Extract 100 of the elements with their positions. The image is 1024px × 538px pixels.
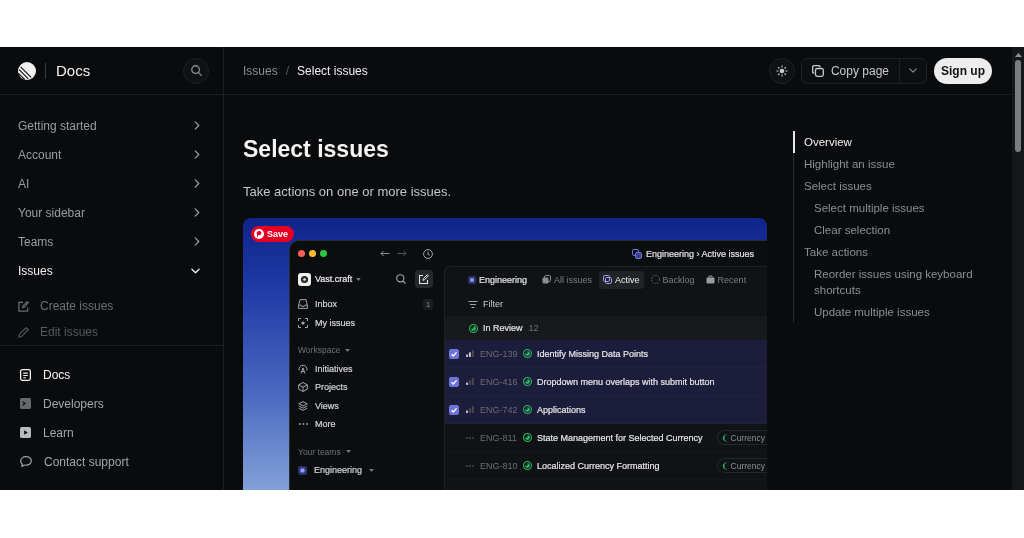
view-tab[interactable]: All issues (538, 270, 597, 289)
section-toggle[interactable]: Workspace (298, 341, 351, 360)
sidebar-link[interactable]: Docs (0, 360, 223, 389)
issue-row[interactable]: ENG-810 Localized Currency Formatting Currency (445, 452, 767, 480)
forward-arrow-icon[interactable] (397, 250, 407, 257)
issue-title: Applications (537, 404, 587, 415)
app-nav-item[interactable]: Inbox (298, 299, 338, 310)
crescent-icon (721, 433, 728, 442)
filter-button[interactable]: Filter (468, 299, 503, 309)
terminal-icon (20, 398, 31, 409)
signal-bars-icon (466, 378, 474, 385)
issue-id: ENG-139 (480, 348, 519, 359)
tag-text: Currency (730, 432, 765, 443)
toc-link[interactable]: Take actions (793, 241, 999, 263)
checkbox-checked-icon[interactable] (449, 376, 459, 387)
site-title: Docs (56, 62, 92, 79)
sidebar-item[interactable]: Getting started (0, 111, 223, 140)
sidebar-item[interactable]: Teams (0, 227, 223, 256)
save-button[interactable]: Save (251, 226, 295, 242)
view-tab[interactable]: Backlog (646, 270, 699, 289)
progress-circle-icon (523, 377, 532, 386)
issue-title: State Management for Selected Currency (537, 432, 704, 443)
filter-icon (468, 300, 478, 308)
toc-link[interactable]: Highlight an issue (793, 153, 999, 175)
app-nav-item[interactable]: Engineering (298, 465, 375, 476)
issue-row[interactable]: ENG-811 State Management for Selected Currency Currency (445, 424, 767, 452)
progress-circle-icon (523, 349, 532, 358)
view-path: Engineering › Active issues (645, 248, 754, 259)
view-tab[interactable]: Recent (701, 270, 751, 289)
search-button[interactable] (183, 57, 209, 84)
logo-icon (18, 61, 36, 80)
dashes-icon (466, 436, 474, 439)
issue-row[interactable]: ENG-742 Applications (445, 396, 767, 424)
progress-circle-icon (523, 405, 532, 414)
progress-circle-icon (523, 461, 532, 470)
toc-link[interactable]: Overview (793, 131, 999, 153)
window-minimize-icon[interactable] (309, 250, 316, 257)
copy-page-button[interactable]: Copy page (801, 58, 899, 83)
pencil-square-icon (419, 274, 429, 284)
breadcrumb-current: Select issues (297, 63, 368, 78)
overlapping-squares-icon (603, 275, 613, 284)
scrollbar[interactable] (1012, 47, 1024, 490)
signal-bars-icon (466, 406, 474, 413)
scrollbar-thumb[interactable] (1015, 60, 1021, 152)
toc-link[interactable]: Select multiple issues (793, 197, 999, 219)
clock-icon[interactable] (423, 248, 433, 259)
app-nav-item[interactable]: Views (298, 400, 339, 411)
sidebar-link[interactable]: Learn (0, 418, 223, 447)
app-nav-item[interactable]: My issues (298, 317, 355, 328)
signal-bars-icon (466, 350, 474, 357)
app-nav-item[interactable]: Projects (298, 382, 348, 393)
cube-icon (298, 382, 308, 393)
toc-link[interactable]: Select issues (793, 175, 999, 197)
sidebar-item[interactable]: Issues (0, 256, 223, 285)
sidebar-subitem[interactable]: Create issues (0, 293, 223, 319)
app-nav-item[interactable]: Initiatives (298, 363, 353, 374)
crescent-icon (721, 461, 728, 470)
stack-icon (631, 248, 642, 259)
breadcrumb-link[interactable]: Issues (243, 63, 278, 78)
progress-circle-icon (469, 323, 478, 333)
search-icon (190, 65, 202, 76)
team-icon (468, 275, 476, 284)
section-toggle[interactable]: Your teams (298, 442, 351, 461)
sun-icon (775, 64, 788, 77)
window-zoom-icon[interactable] (320, 250, 327, 257)
window-close-icon[interactable] (298, 250, 305, 257)
issue-id: ENG-416 (480, 376, 519, 387)
sidebar-item[interactable]: AI (0, 169, 223, 198)
sidebar-item[interactable]: Account (0, 140, 223, 169)
sidebar-link[interactable]: Developers (0, 389, 223, 418)
chevron-down-icon (909, 68, 917, 73)
document-icon (20, 368, 31, 381)
sign-up-button[interactable]: Sign up (934, 57, 992, 84)
pin-icon (254, 229, 264, 239)
toc-link[interactable]: Reorder issues using keyboard shortcuts (793, 263, 999, 301)
dots-icon (298, 423, 308, 426)
issue-row[interactable]: ENG-139 Identify Missing Data Points (445, 340, 767, 368)
checkbox-checked-icon[interactable] (449, 348, 459, 359)
sidebar-item[interactable]: Your sidebar (0, 198, 223, 227)
workspace-switcher[interactable]: Vast.craft (298, 272, 362, 286)
team-button[interactable]: Engineering (468, 274, 528, 285)
app-nav-item[interactable]: More (298, 419, 336, 430)
back-arrow-icon[interactable] (380, 250, 390, 257)
toc-link[interactable]: Clear selection (793, 219, 999, 241)
progress-circle-icon (523, 433, 532, 442)
toc-link[interactable]: Update multiple issues (793, 301, 999, 323)
layers-icon (298, 400, 308, 411)
speech-bubble-icon (20, 456, 32, 467)
tag-text: Currency (730, 460, 765, 471)
theme-toggle-button[interactable] (768, 57, 795, 84)
stacked-squares-icon (542, 275, 552, 284)
pencil-square-icon (18, 300, 29, 312)
breadcrumb-separator: / (285, 63, 290, 78)
sidebar-link[interactable]: Contact support (0, 447, 223, 476)
checkbox-checked-icon[interactable] (449, 404, 459, 415)
target-icon (298, 317, 308, 328)
issue-row[interactable]: ENG-416 Dropdown menu overlaps with submit button (445, 368, 767, 396)
compose-button[interactable] (415, 270, 433, 288)
search-icon[interactable] (396, 274, 406, 284)
view-tab[interactable]: Active (599, 270, 644, 289)
